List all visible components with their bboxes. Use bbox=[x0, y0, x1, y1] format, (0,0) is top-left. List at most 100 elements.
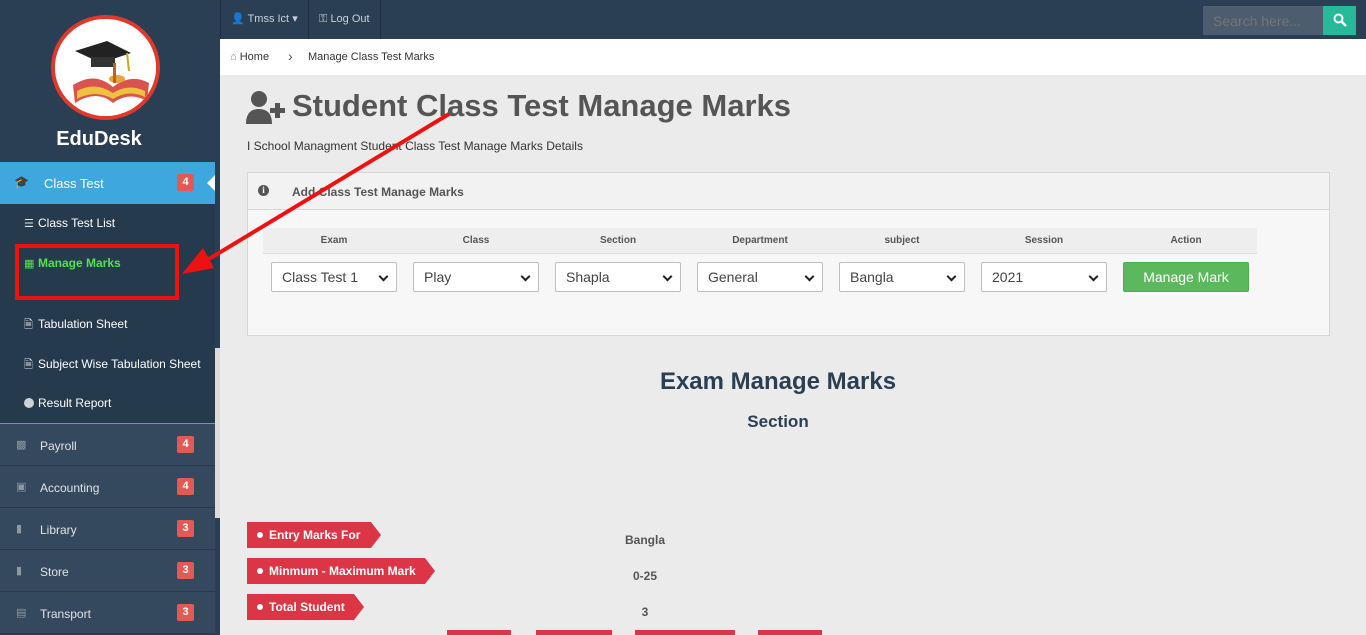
breadcrumb-home-label: Home bbox=[239, 51, 270, 63]
total-student-value: 3 bbox=[641, 605, 649, 619]
book-icon: ▮ bbox=[16, 523, 23, 535]
chevron-down-icon bbox=[662, 271, 673, 282]
submenu-label: Tabulation Sheet bbox=[38, 317, 128, 331]
manage-mark-button[interactable]: Manage Mark bbox=[1123, 262, 1249, 292]
chevron-right-icon: › bbox=[288, 48, 293, 64]
select-value: 2021 bbox=[992, 269, 1024, 285]
column-header: Exam bbox=[320, 235, 348, 246]
sidebar-item-class-test[interactable]: 🎓 Class Test 4 bbox=[0, 162, 215, 204]
logout-button[interactable]: ⚿ Log Out bbox=[308, 0, 381, 39]
caret-down-icon: ▾ bbox=[292, 13, 298, 25]
id-card-icon: ▤ bbox=[16, 607, 27, 619]
sidebar-item-library[interactable]: ▮ Library 3 bbox=[0, 508, 215, 550]
filter-table-header: Exam Class Section Department subject Se… bbox=[263, 228, 1257, 254]
select-value: General bbox=[708, 269, 758, 285]
class-select[interactable]: Play bbox=[413, 262, 539, 292]
total-student-tag: Total Student bbox=[247, 594, 364, 620]
tag-label: Entry Marks For bbox=[269, 528, 361, 542]
sidebar: EduDesk 🎓 Class Test 4 ☰ Class Test List … bbox=[0, 0, 220, 635]
sidebar-item-accounting[interactable]: ▣ Accounting 4 bbox=[0, 466, 215, 508]
bullet-icon bbox=[257, 604, 263, 610]
brand-name: EduDesk bbox=[56, 128, 142, 150]
highlight-box bbox=[15, 244, 179, 300]
subject-select[interactable]: Bangla bbox=[839, 262, 965, 292]
min-max-mark-tag: Minmum - Maximum Mark bbox=[247, 558, 435, 584]
select-value: Class Test 1 bbox=[282, 269, 358, 285]
sidebar-item-label: Store bbox=[40, 565, 69, 579]
breadcrumb-home-link[interactable]: ⌂ Home bbox=[230, 51, 269, 63]
department-select[interactable]: General bbox=[697, 262, 823, 292]
tag-label: Total Student bbox=[269, 600, 345, 614]
bullet-icon bbox=[257, 568, 263, 574]
school-logo[interactable] bbox=[51, 15, 160, 120]
column-header: Action bbox=[1170, 235, 1202, 246]
page-title: Student Class Test Manage Marks bbox=[292, 88, 792, 123]
circle-icon bbox=[24, 398, 34, 408]
chevron-down-icon bbox=[378, 271, 389, 282]
breadcrumb: ⌂ Home › Manage Class Test Marks bbox=[220, 39, 1366, 75]
submenu-label: Class Test List bbox=[38, 216, 116, 230]
section-select[interactable]: Shapla bbox=[555, 262, 681, 292]
sidebar-item-label: Payroll bbox=[40, 439, 77, 453]
sidebar-header: EduDesk bbox=[0, 0, 220, 162]
tag-label: Minmum - Maximum Mark bbox=[269, 564, 416, 578]
column-header: subject bbox=[884, 235, 920, 246]
session-select[interactable]: 2021 bbox=[981, 262, 1107, 292]
exam-select[interactable]: Class Test 1 bbox=[271, 262, 397, 292]
search-icon bbox=[1333, 13, 1347, 27]
count-badge: 4 bbox=[177, 436, 194, 453]
select-value: Play bbox=[424, 269, 452, 285]
add-marks-panel: i Add Class Test Manage Marks bbox=[247, 172, 1330, 336]
home-icon: ⌂ bbox=[230, 51, 237, 63]
table-header-tab bbox=[447, 630, 511, 635]
count-badge: 3 bbox=[177, 562, 194, 579]
column-header: Session bbox=[1024, 235, 1064, 246]
chevron-down-icon bbox=[1088, 271, 1099, 282]
submenu-label: Result Report bbox=[38, 396, 112, 410]
sidebar-item-transport[interactable]: ▤ Transport 3 bbox=[0, 592, 215, 634]
search-input[interactable] bbox=[1203, 6, 1323, 35]
list-icon: ☰ bbox=[24, 218, 34, 230]
user-menu-button[interactable]: 👤 Tmss Ict ▾ bbox=[220, 0, 309, 39]
column-header: Section bbox=[599, 235, 637, 246]
logout-label: Log Out bbox=[330, 13, 370, 25]
submenu-item-tabulation-sheet[interactable]: 🗎 Tabulation Sheet bbox=[24, 316, 127, 335]
entry-marks-for-value: Bangla bbox=[624, 533, 665, 547]
sidebar-item-label: Transport bbox=[40, 607, 91, 621]
key-icon: ⚿ bbox=[319, 13, 328, 25]
add-user-icon bbox=[246, 91, 285, 124]
count-badge: 3 bbox=[177, 604, 194, 621]
panel-header: i Add Class Test Manage Marks bbox=[248, 173, 1329, 210]
panel-title: Add Class Test Manage Marks bbox=[292, 185, 464, 199]
briefcase-icon: ▣ bbox=[16, 481, 27, 493]
sidebar-item-label: Accounting bbox=[40, 481, 100, 495]
count-badge: 4 bbox=[177, 174, 194, 191]
table-header-tab bbox=[635, 630, 735, 635]
section-heading: Section bbox=[747, 412, 809, 431]
graduation-cap-icon: 🎓 bbox=[14, 175, 29, 189]
select-value: Bangla bbox=[850, 269, 894, 285]
table-header-tab bbox=[536, 630, 612, 635]
chevron-down-icon bbox=[946, 271, 957, 282]
book-icon: ▮ bbox=[16, 565, 23, 577]
search-button[interactable] bbox=[1323, 6, 1356, 35]
submenu-item-class-test-list[interactable]: ☰ Class Test List bbox=[24, 216, 115, 230]
breadcrumb-current: Manage Class Test Marks bbox=[308, 51, 435, 63]
submenu-item-result-report[interactable]: Result Report bbox=[24, 396, 111, 410]
sidebar-item-label: Class Test bbox=[44, 176, 104, 191]
sidebar-item-label: Library bbox=[40, 523, 77, 537]
exam-heading: Exam Manage Marks bbox=[659, 368, 897, 395]
bullet-icon bbox=[257, 532, 263, 538]
count-badge: 3 bbox=[177, 520, 194, 537]
user-name: Tmss Ict bbox=[247, 13, 290, 25]
money-icon: ▩ bbox=[16, 439, 27, 451]
sidebar-item-store[interactable]: ▮ Store 3 bbox=[0, 550, 215, 592]
entry-marks-for-tag: Entry Marks For bbox=[247, 522, 381, 548]
table-header-tab bbox=[758, 630, 822, 635]
min-max-mark-value: 0-25 bbox=[632, 569, 658, 583]
info-icon: i bbox=[258, 185, 269, 196]
file-icon: 🗎 bbox=[24, 319, 33, 331]
chevron-down-icon bbox=[804, 271, 815, 282]
user-icon: 👤 bbox=[231, 13, 245, 25]
column-header: Class bbox=[462, 235, 490, 246]
